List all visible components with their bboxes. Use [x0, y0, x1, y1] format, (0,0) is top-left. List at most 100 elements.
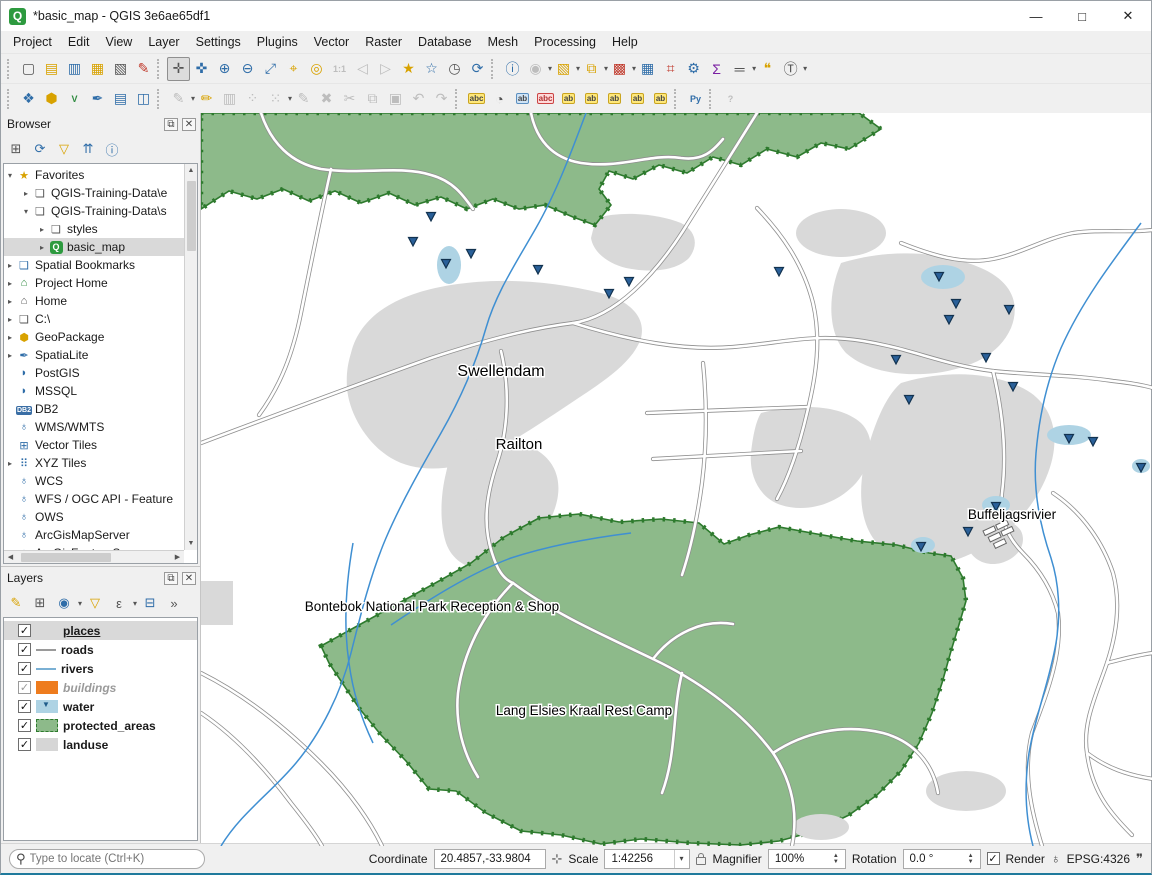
filter-legend-by-expression-button[interactable]: ε	[108, 592, 130, 614]
layer-row-rivers[interactable]: ✓rivers	[4, 659, 197, 678]
statistical-summary-button[interactable]: Σ	[705, 57, 728, 81]
layer-diagram-button[interactable]: ◔	[488, 87, 511, 111]
pan-map-button[interactable]: ✛	[167, 57, 190, 81]
dropdown-arrow[interactable]: ▾	[78, 599, 82, 608]
browser-add-selected-layers-button[interactable]: ⊞	[5, 138, 27, 160]
expander-icon[interactable]: ▸	[4, 351, 16, 360]
move-label-button[interactable]: ab	[603, 87, 626, 111]
pan-to-selection-button[interactable]: ✜	[190, 57, 213, 81]
menu-raster[interactable]: Raster	[357, 33, 410, 51]
zoom-full-button[interactable]: ⤢	[259, 57, 282, 81]
expander-icon[interactable]: ▸	[4, 315, 16, 324]
browser-item-c-drive[interactable]: ▸❏C:\	[4, 310, 184, 328]
toolbar-grip[interactable]	[491, 59, 497, 79]
browser-item-spatial-bookmarks[interactable]: ▸❑Spatial Bookmarks	[4, 256, 184, 274]
zoom-to-layer-button[interactable]: ◎	[305, 57, 328, 81]
new-geopackage-layer-button[interactable]: ⬢	[40, 87, 63, 111]
browser-collapse-all-button[interactable]: ⇈	[77, 138, 99, 160]
zoom-last-button[interactable]: ◁	[351, 57, 374, 81]
add-group-button[interactable]: ⊞	[29, 592, 51, 614]
browser-item-mssql[interactable]: ◗MSSQL	[4, 382, 184, 400]
coordinate-field[interactable]: 20.4857,-33.9804	[434, 849, 546, 869]
browser-close-button[interactable]: ✕	[182, 118, 196, 131]
zoom-in-button[interactable]: ⊕	[213, 57, 236, 81]
layer-row-buildings[interactable]: ✓buildings	[4, 678, 197, 697]
expander-icon[interactable]: ▾	[20, 207, 32, 216]
scrollbar-thumb[interactable]	[21, 553, 111, 562]
paste-features-button[interactable]: ▣	[384, 87, 407, 111]
dropdown-arrow[interactable]: ▾	[133, 599, 137, 608]
menu-edit[interactable]: Edit	[60, 33, 98, 51]
pin-labels-button[interactable]: ab	[511, 87, 534, 111]
save-project-button[interactable]: ▥	[63, 57, 86, 81]
locate-box[interactable]: ⚲	[9, 849, 205, 869]
browser-item-spatialite[interactable]: ▸✒SpatiaLite	[4, 346, 184, 364]
menu-settings[interactable]: Settings	[188, 33, 249, 51]
python-console-button[interactable]: Py	[684, 87, 707, 111]
zoom-next-button[interactable]: ▷	[374, 57, 397, 81]
dropdown-arrow[interactable]: ▾	[803, 64, 807, 73]
expander-icon[interactable]: ▸	[4, 279, 16, 288]
rotation-spinbox[interactable]: 0.0 °▲▼	[903, 849, 981, 869]
toolbar-grip[interactable]	[455, 89, 461, 109]
map-svg[interactable]: Swellendam Railton Bontebok National Par…	[201, 113, 1152, 846]
scale-combobox[interactable]: 1:42256▾	[604, 849, 690, 869]
browser-item-project-home[interactable]: ▸⌂Project Home	[4, 274, 184, 292]
lock-scale-icon[interactable]	[696, 857, 706, 865]
new-temporary-scratch-layer-button[interactable]: ▤	[109, 87, 132, 111]
add-feature-button[interactable]: ⁘	[241, 87, 264, 111]
data-source-manager-button[interactable]: ❖	[17, 87, 40, 111]
browser-float-button[interactable]: ⧉	[164, 118, 178, 131]
menu-database[interactable]: Database	[410, 33, 480, 51]
browser-item-wfs[interactable]: ♁WFS / OGC API - Feature	[4, 490, 184, 508]
layer-labeling-button[interactable]: abc	[465, 87, 488, 111]
expander-icon[interactable]: ▸	[20, 189, 32, 198]
vertex-tool-button[interactable]: ⁙	[264, 87, 287, 111]
browser-item-training-data-e[interactable]: ▸❏QGIS-Training-Data\e	[4, 184, 184, 202]
toolbar-grip[interactable]	[157, 59, 163, 79]
new-print-layout-button[interactable]: ▦	[86, 57, 109, 81]
zoom-to-selection-button[interactable]: ⌖	[282, 57, 305, 81]
text-annotation-button[interactable]: Ⓣ	[779, 57, 802, 81]
browser-item-favorites[interactable]: ▾★Favorites	[4, 166, 184, 184]
scale-dropdown-arrow[interactable]: ▾	[674, 850, 683, 868]
expander-icon[interactable]: ▸	[4, 333, 16, 342]
browser-item-ows[interactable]: ♁OWS	[4, 508, 184, 526]
browser-item-wcs[interactable]: ♁WCS	[4, 472, 184, 490]
delete-selected-button[interactable]: ✖	[315, 87, 338, 111]
copy-features-button[interactable]: ⧉	[361, 87, 384, 111]
expander-icon[interactable]: ▸	[4, 297, 16, 306]
browser-item-training-data-s[interactable]: ▾❏QGIS-Training-Data\s	[4, 202, 184, 220]
layer-row-roads[interactable]: ✓roads	[4, 640, 197, 659]
close-button[interactable]: ✕	[1105, 1, 1151, 31]
current-edits-button[interactable]: ✎	[167, 87, 190, 111]
toolbar-grip[interactable]	[157, 89, 163, 109]
browser-item-arcgis-map-server[interactable]: ♁ArcGisMapServer	[4, 526, 184, 544]
show-spatial-bookmarks-button[interactable]: ☆	[420, 57, 443, 81]
map-canvas[interactable]: Swellendam Railton Bontebok National Par…	[201, 113, 1151, 843]
new-shapefile-layer-button[interactable]: V	[63, 87, 86, 111]
browser-item-vector-tiles[interactable]: ⊞Vector Tiles	[4, 436, 184, 454]
browser-item-wms-wmts[interactable]: ♁WMS/WMTS	[4, 418, 184, 436]
help-button[interactable]: ?	[719, 87, 742, 111]
zoom-native-button[interactable]: 1:1	[328, 57, 351, 81]
spinner-arrows[interactable]: ▲▼	[833, 853, 839, 865]
toolbar-grip[interactable]	[674, 89, 680, 109]
layer-row-landuse[interactable]: ✓landuse	[4, 735, 197, 754]
expander-icon[interactable]: ▸	[4, 459, 16, 468]
highlight-pinned-labels-button[interactable]: abc	[534, 87, 557, 111]
scrollbar-thumb[interactable]	[187, 181, 196, 251]
extents-toggle-icon[interactable]: ⊹	[552, 851, 563, 867]
layout-manager-button[interactable]: ▧	[109, 57, 132, 81]
new-spatialite-layer-button[interactable]: ✒	[86, 87, 109, 111]
cut-features-button[interactable]: ✂	[338, 87, 361, 111]
modify-attributes-button[interactable]: ✎	[292, 87, 315, 111]
new-virtual-layer-button[interactable]: ◫	[132, 87, 155, 111]
field-calculator-button[interactable]: ⌗	[659, 57, 682, 81]
filter-legend-button[interactable]: ▽	[84, 592, 106, 614]
menu-layer[interactable]: Layer	[140, 33, 187, 51]
layers-close-button[interactable]: ✕	[182, 572, 196, 585]
browser-horizontal-scrollbar[interactable]: ◀ ▶	[4, 550, 184, 563]
layers-toolbar-overflow-button[interactable]: »	[163, 592, 185, 614]
expand-collapse-all-button[interactable]: ⊟	[139, 592, 161, 614]
